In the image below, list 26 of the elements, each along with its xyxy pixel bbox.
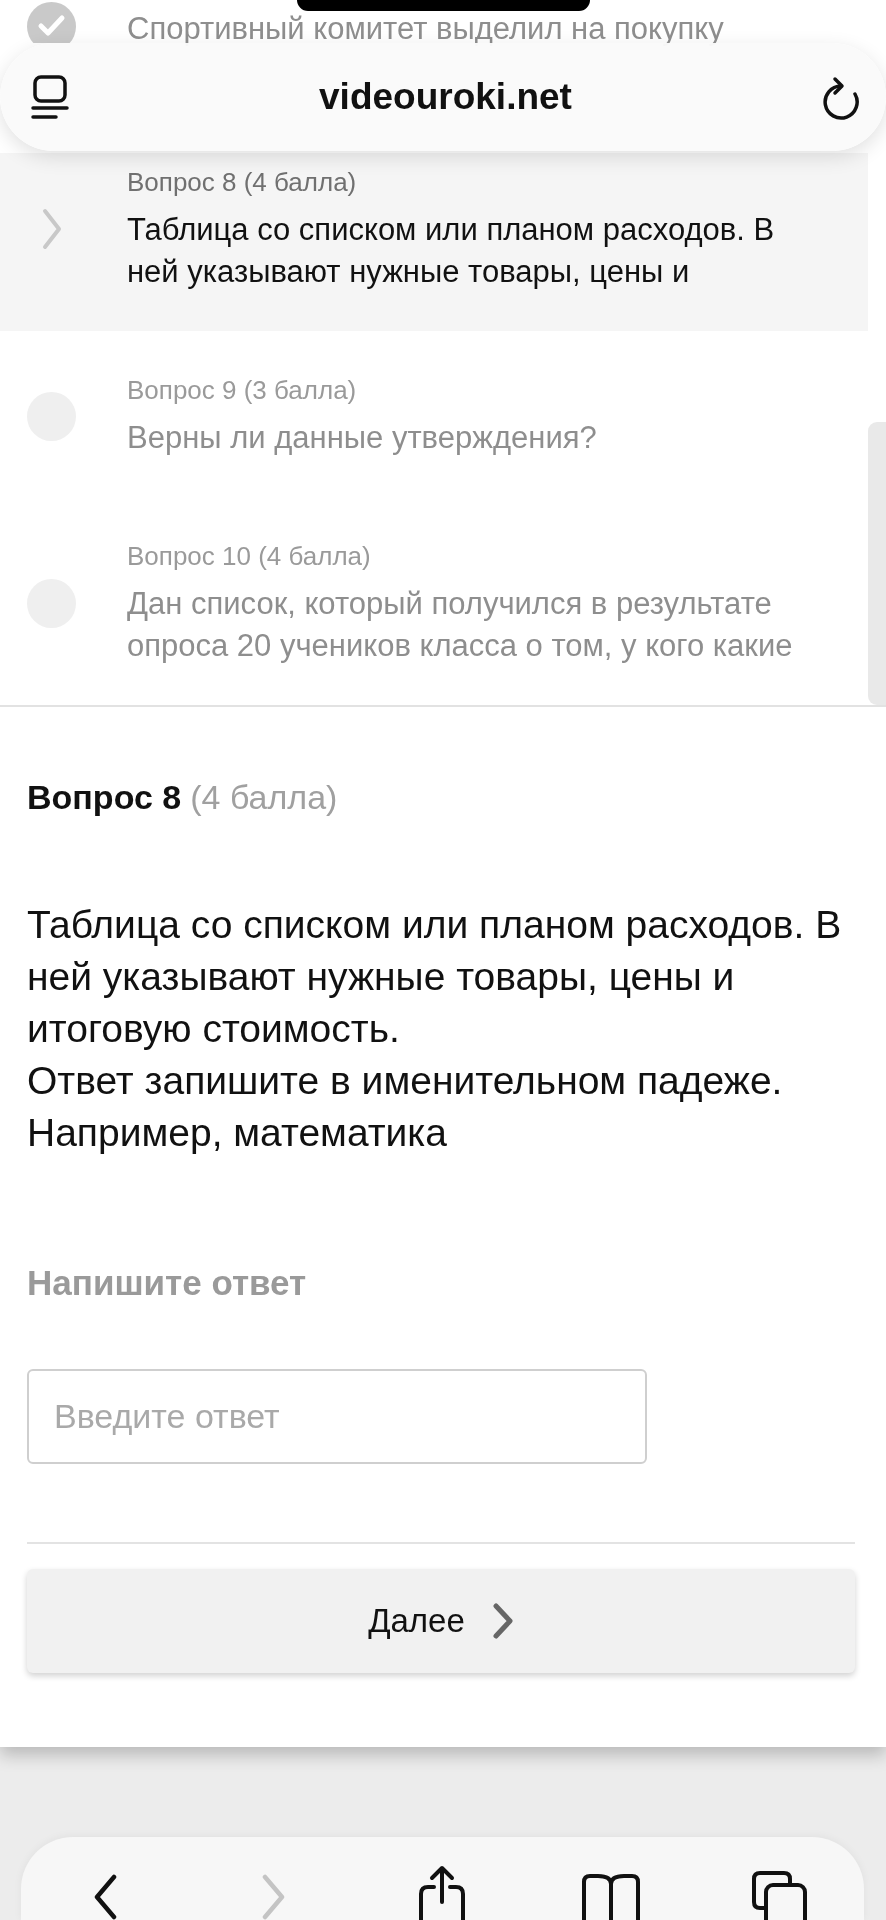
question-list-text: Дан список, который получился в результате опроса 20 учеников класса о том, у кого какие — [127, 585, 794, 665]
question-list-text: Таблица со списком или планом расходов. В ней указывают нужные товары, цены и — [127, 211, 776, 291]
answer-input-field[interactable]: Введите ответ — [27, 1369, 647, 1464]
question-text: Ответ запишите в именительном падеже. — [27, 1058, 784, 1104]
question-number: Вопрос 8 — [27, 777, 182, 818]
next-button[interactable]: Далее — [27, 1569, 855, 1673]
chevron-right-icon — [40, 208, 63, 250]
answer-label: Напишите ответ — [27, 1263, 308, 1303]
url-text: videouroki.net — [319, 75, 572, 119]
question-points: (4 балла) — [190, 777, 338, 818]
address-bar[interactable]: videouroki.net — [0, 43, 886, 151]
question-list-label: Вопрос 9 (3 балла) — [127, 374, 358, 407]
question-text: Например, математика — [27, 1110, 448, 1156]
chevron-left-icon[interactable] — [92, 1874, 119, 1920]
scrollbar[interactable] — [868, 422, 886, 705]
share-icon[interactable] — [418, 1865, 467, 1920]
question-text: Таблица со списком или планом расходов. В ней указывают нужные товары, цены и итоговую стоимость. — [27, 902, 843, 1052]
stacked-squares-icon[interactable] — [751, 1870, 809, 1920]
question-list-label: Вопрос 8 (4 балла) — [127, 166, 358, 199]
chevron-right-icon — [491, 1602, 514, 1640]
question-list-text: Спортивный комитет выделил на покупку — [127, 13, 725, 45]
open-book-icon[interactable] — [581, 1873, 642, 1920]
question-list-text: Верны ли данные утверждения? — [127, 419, 598, 457]
question-list-item[interactable]: Вопрос 8 (4 балла) Таблица со списком или планом расходов. В ней указывают нужные товары, цены и — [0, 153, 868, 331]
page-menu-icon[interactable] — [31, 75, 69, 119]
question-list-label: Вопрос 10 (4 балла) — [127, 540, 372, 573]
